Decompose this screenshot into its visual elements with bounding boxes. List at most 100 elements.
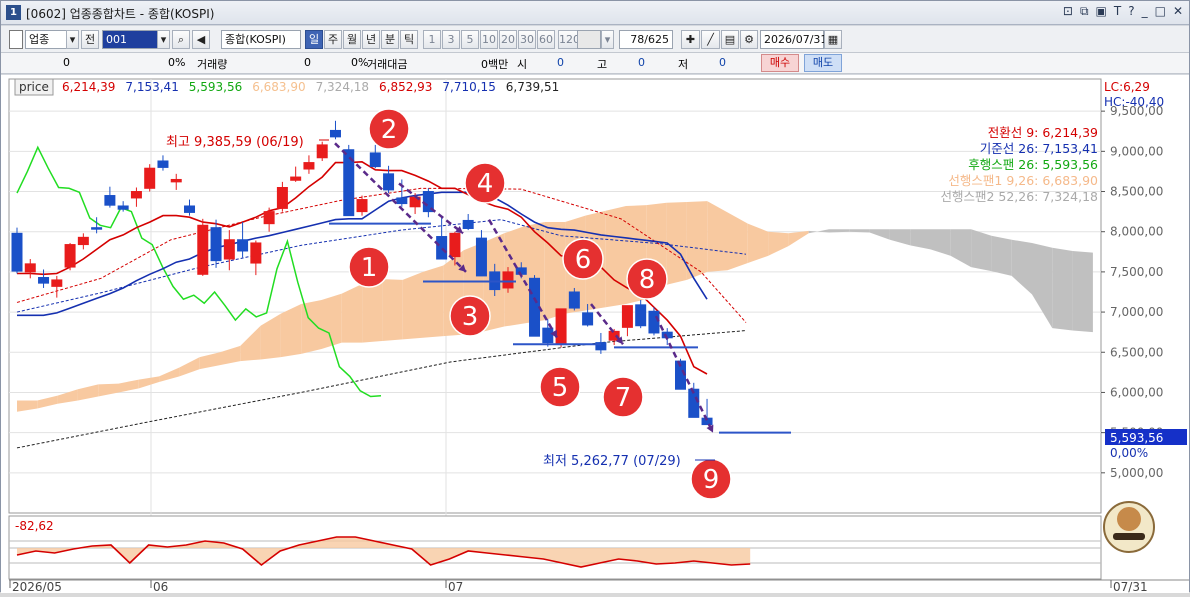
candle-body bbox=[635, 304, 647, 327]
candle-body bbox=[104, 195, 116, 206]
y-tick-label: 6,000,00 bbox=[1110, 385, 1163, 399]
candle-body bbox=[237, 239, 249, 252]
chart-area[interactable]: 123456789 9,500,00 9,000,00 8,500,00 8,000,… bbox=[1, 75, 1189, 594]
number-badge-label: 4 bbox=[477, 169, 494, 199]
copy-window-icon[interactable]: ⧉ bbox=[1080, 4, 1089, 19]
candle-body bbox=[51, 279, 63, 287]
maximize-icon[interactable]: □ bbox=[1155, 4, 1166, 19]
candle-body bbox=[383, 173, 395, 191]
date-field[interactable]: 2026/07/31 bbox=[760, 30, 827, 49]
link-icon[interactable]: ⊡ bbox=[1063, 4, 1073, 19]
cloud-segment bbox=[991, 235, 1012, 276]
high-label: 고 bbox=[597, 58, 608, 71]
cloud-segment bbox=[686, 201, 708, 280]
period-tab[interactable]: 년 bbox=[362, 30, 380, 49]
candle-body bbox=[91, 227, 103, 230]
save-icon[interactable]: ▤ bbox=[721, 30, 739, 49]
candle-body bbox=[396, 197, 408, 205]
draw-tool-icon[interactable]: ╱ bbox=[701, 30, 720, 49]
candle-body bbox=[329, 129, 341, 138]
current-price-pct: 0,00% bbox=[1110, 446, 1148, 460]
number-badge-label: 1 bbox=[361, 253, 378, 283]
quote-info-bar: 0 0% 거래량 0 0% 거래대금 0백만 시 0 고 0 저 0 매수 매도 bbox=[1, 53, 1189, 74]
screen-icon[interactable]: ▣ bbox=[1096, 4, 1107, 19]
close-icon[interactable]: ✕ bbox=[1173, 4, 1183, 19]
candle-body bbox=[77, 236, 89, 246]
volume-label: 거래량 bbox=[197, 58, 228, 71]
minute-option[interactable]: 3 bbox=[442, 30, 460, 49]
font-icon[interactable]: T bbox=[1114, 4, 1121, 19]
indicator-value: -82,62 bbox=[15, 519, 54, 533]
market-dropdown-icon[interactable]: ▾ bbox=[66, 30, 79, 49]
minute-option[interactable]: 20 bbox=[499, 30, 517, 49]
price-series-label: price bbox=[19, 80, 49, 94]
sub-indicator-pane: -82,62 2026/05 06 07 07/31 bbox=[8, 515, 1189, 594]
custom-minute-field[interactable] bbox=[577, 30, 601, 49]
candle-body bbox=[436, 236, 448, 260]
amount-label: 거래대금 bbox=[367, 58, 408, 71]
price-header-value: 6,739,51 bbox=[506, 80, 559, 94]
legend-entry: 선행스팬2 52,26: 7,324,18 bbox=[940, 189, 1098, 204]
layout-icon[interactable] bbox=[9, 30, 23, 49]
candle-body bbox=[369, 152, 381, 168]
period-tab[interactable]: 틱 bbox=[400, 30, 418, 49]
period-tab[interactable]: 일 bbox=[305, 30, 323, 49]
help-icon[interactable]: ? bbox=[1128, 4, 1134, 19]
candle-body bbox=[197, 224, 209, 275]
period-tab[interactable]: 분 bbox=[381, 30, 399, 49]
sell-button[interactable]: 매도 bbox=[804, 54, 842, 72]
candle-body bbox=[38, 277, 50, 284]
change-pct: 0% bbox=[168, 56, 186, 69]
minute-option[interactable]: 10 bbox=[480, 30, 498, 49]
x-tick-label: 07 bbox=[448, 580, 463, 593]
y-tick-label: 7,000,00 bbox=[1110, 305, 1163, 319]
minute-option[interactable]: 30 bbox=[518, 30, 536, 49]
candle-body bbox=[688, 388, 700, 418]
candle-body bbox=[210, 227, 222, 262]
price-header-value: 6,214,39 bbox=[62, 80, 115, 94]
candle-body bbox=[184, 205, 196, 213]
search-icon[interactable]: ⌕ bbox=[172, 30, 190, 49]
speaker-icon[interactable]: ◀ bbox=[192, 30, 210, 49]
number-badge-label: 5 bbox=[552, 373, 569, 403]
candle-body bbox=[276, 187, 288, 209]
legend-entry: 선행스팬1 9,26: 6,683,90 bbox=[948, 173, 1098, 188]
code-dropdown-icon[interactable]: ▾ bbox=[157, 30, 170, 49]
ichimoku-chart[interactable]: 123456789 9,500,009,000,008,500,008,000,… bbox=[1, 75, 1189, 594]
candle-body bbox=[462, 219, 474, 229]
volume-value: 0 bbox=[304, 56, 311, 69]
count-field[interactable]: 78/625 bbox=[619, 30, 673, 49]
window-controls: ⊡ ⧉ ▣ T ? _ □ ✕ bbox=[1063, 4, 1183, 19]
market-select[interactable]: 업종 bbox=[25, 30, 67, 49]
period-tab[interactable]: 주 bbox=[324, 30, 342, 49]
candle-body bbox=[117, 205, 129, 210]
buy-button[interactable]: 매수 bbox=[761, 54, 799, 72]
code-input[interactable]: 001 bbox=[102, 30, 158, 49]
count-value: 78 bbox=[630, 33, 645, 46]
add-indicator-icon[interactable]: ✚ bbox=[681, 30, 700, 49]
number-badge-label: 7 bbox=[615, 383, 632, 413]
all-button[interactable]: 전 bbox=[81, 30, 99, 49]
candle-body bbox=[568, 291, 580, 309]
y-tick-label: 7,500,00 bbox=[1110, 265, 1163, 279]
settings-gear-icon[interactable]: ⚙ bbox=[740, 30, 758, 49]
number-badge-label: 2 bbox=[381, 115, 398, 145]
period-tab[interactable]: 월 bbox=[343, 30, 361, 49]
hc-label: HC:-40,40 bbox=[1104, 95, 1164, 109]
avatar-face bbox=[1117, 507, 1141, 531]
candle-body bbox=[316, 144, 328, 159]
minute-option[interactable]: 1 bbox=[423, 30, 441, 49]
minute-option[interactable]: 60 bbox=[537, 30, 555, 49]
calendar-icon[interactable]: ▦ bbox=[824, 30, 842, 49]
open-label: 시 bbox=[517, 58, 528, 71]
low-value: 0 bbox=[719, 56, 726, 69]
index-name-field: 종합(KOSPI) bbox=[221, 30, 301, 49]
minute-dropdown-icon[interactable]: ▾ bbox=[601, 30, 614, 49]
minute-option[interactable]: 5 bbox=[461, 30, 479, 49]
minimize-icon[interactable]: _ bbox=[1142, 4, 1148, 19]
count-total: /625 bbox=[644, 33, 669, 46]
price-header-value: 7,324,18 bbox=[316, 80, 369, 94]
cloud-segment bbox=[423, 265, 444, 338]
candle-body bbox=[542, 327, 554, 344]
minute-option[interactable]: 120 bbox=[558, 30, 580, 49]
